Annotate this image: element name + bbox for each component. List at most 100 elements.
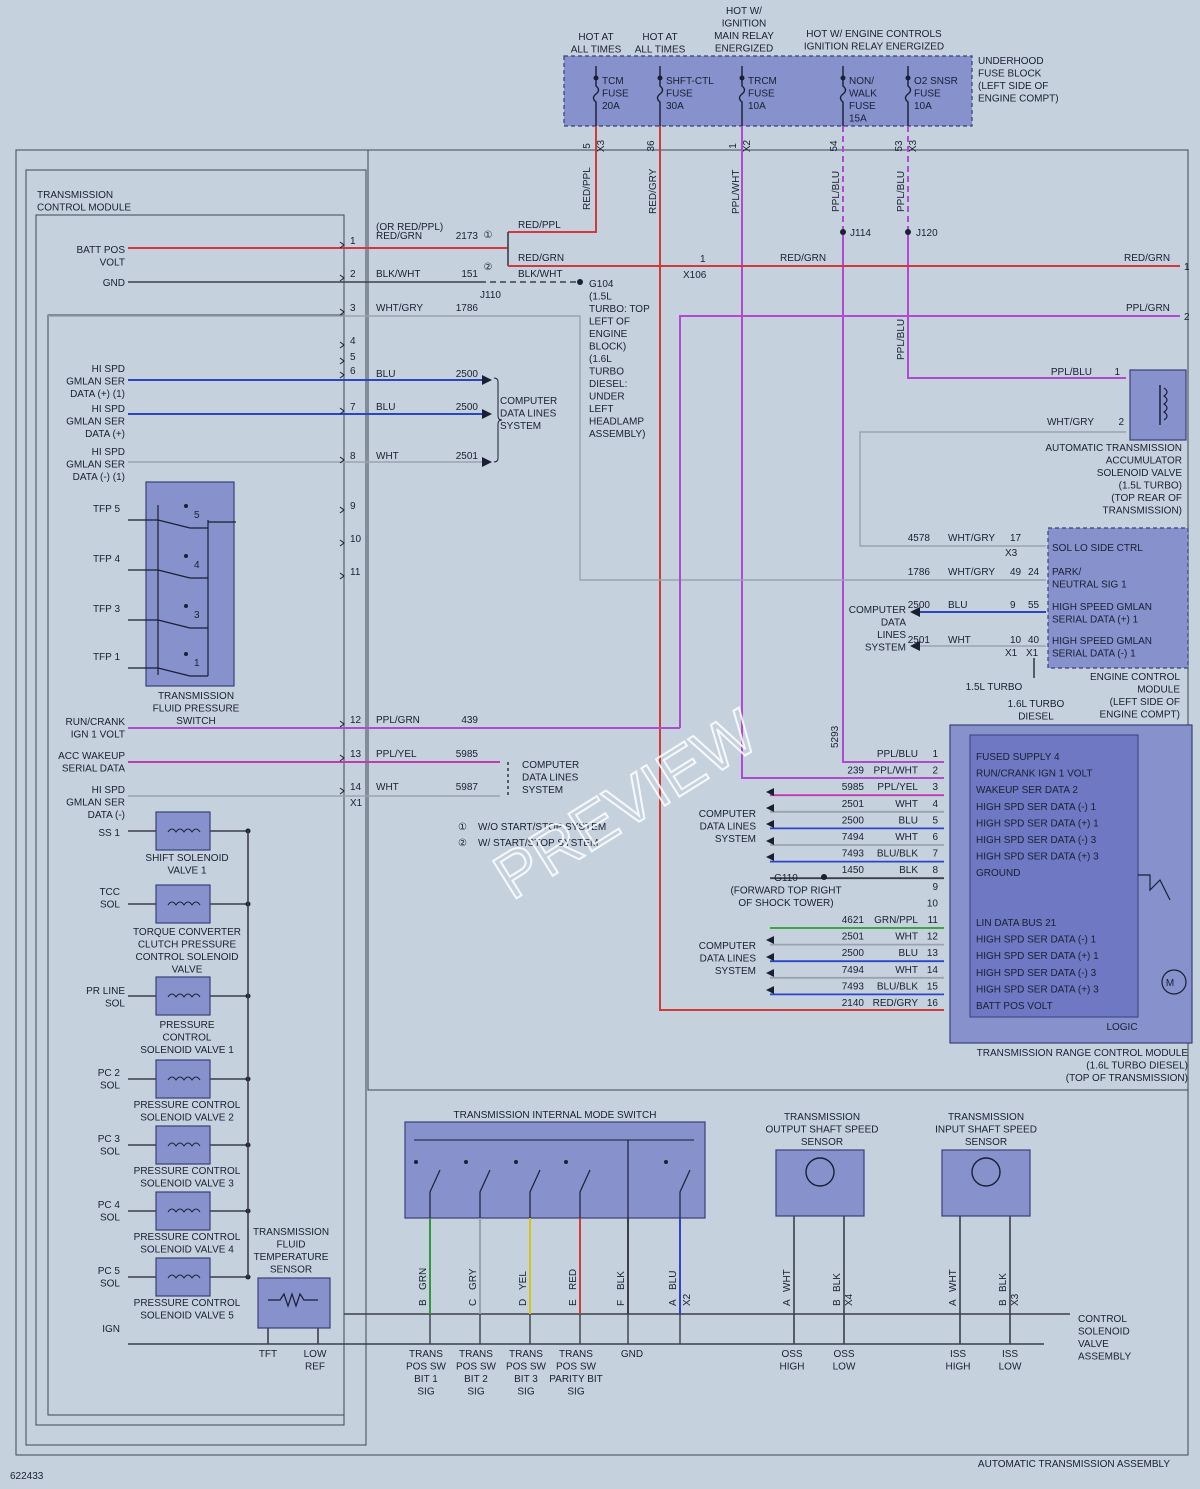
trcm-pin-name: HIGH SPD SER DATA (+) 1 bbox=[976, 951, 1099, 962]
tcm-pin-label: SOL bbox=[105, 999, 125, 1010]
mode-switch-pin: B bbox=[418, 1299, 429, 1306]
tfp-num: 1 bbox=[194, 658, 200, 669]
ecm-pin-name: PARK/ bbox=[1052, 567, 1081, 578]
mode-switch-node bbox=[464, 1160, 468, 1164]
mode-switch-wire-label: BLK bbox=[616, 1271, 627, 1290]
connector-chevron bbox=[339, 572, 345, 580]
mode-switch-pin: C bbox=[468, 1299, 479, 1306]
fuse-name: SHFT-CTL bbox=[666, 76, 714, 87]
mode-switch-bottom: GND bbox=[621, 1349, 643, 1360]
fuse-name: 10A bbox=[914, 101, 932, 112]
speed-pin: A bbox=[948, 1299, 959, 1306]
wire-label: PPL/BLU bbox=[896, 319, 907, 360]
tcm-pin-label: DATA (-) bbox=[88, 810, 125, 821]
mode-switch-bottom: POS SW bbox=[456, 1362, 497, 1373]
trcm-pin-name: HIGH SPD SER DATA (+) 3 bbox=[976, 984, 1099, 995]
circle-note: ① bbox=[484, 230, 493, 241]
fuse-header: ENERGIZED bbox=[715, 44, 773, 55]
trcm-pin-name: GROUND bbox=[976, 868, 1020, 879]
fuse-block-label: ENGINE COMPT) bbox=[978, 94, 1059, 105]
tfp-title: TRANSMISSION bbox=[158, 691, 234, 702]
tcm-wire-color: WHT/GRY bbox=[376, 303, 423, 314]
tcm-wire-color: WHT bbox=[376, 451, 399, 462]
ecm-cdl: LINES bbox=[877, 630, 906, 641]
tfp-label: TFP 4 bbox=[93, 554, 120, 565]
tcm-pin-number: 9 bbox=[350, 501, 356, 512]
fuse-pin: 36 bbox=[646, 140, 657, 152]
control-solenoid-valve-assembly-label: VALVE bbox=[1078, 1339, 1109, 1350]
tfp-num: 5 bbox=[194, 510, 200, 521]
mode-switch-pin: A bbox=[668, 1299, 679, 1306]
speed-conn: X3 bbox=[1010, 1293, 1021, 1306]
speed-wire: WHT bbox=[782, 1269, 793, 1292]
computer-data-lines-label-2: COMPUTER bbox=[522, 760, 579, 771]
assembly-label: AUTOMATIC TRANSMISSION ASSEMBLY bbox=[978, 1459, 1170, 1470]
tcm-pin-label: PC 3 bbox=[98, 1134, 121, 1145]
oss-sensor bbox=[775, 1149, 865, 1217]
tfp-title: SWITCH bbox=[176, 716, 215, 727]
g104-label: BLOCK) bbox=[589, 342, 626, 353]
speed-wire: BLK bbox=[998, 1273, 1009, 1292]
speed-bottom: OSS bbox=[833, 1349, 854, 1360]
splice-label: J120 bbox=[916, 228, 938, 239]
solenoid-label: CLUTCH PRESSURE bbox=[138, 940, 237, 951]
accum-label: AUTOMATIC TRANSMISSION bbox=[1045, 443, 1182, 454]
fuse-name: TRCM bbox=[748, 76, 777, 87]
speed-wire: WHT bbox=[948, 1269, 959, 1292]
solenoid-label: CONTROL bbox=[163, 1033, 212, 1044]
tcm-wire-color: BLK/WHT bbox=[376, 269, 420, 280]
tcm-wire-color: WHT bbox=[376, 782, 399, 793]
tcm-pin-label: GMLAN SER bbox=[66, 798, 125, 809]
wire-label: BLK/WHT bbox=[518, 269, 562, 280]
tcm-wire-circuit: 2500 bbox=[456, 369, 479, 380]
tcm-pin-label: GMLAN SER bbox=[66, 460, 125, 471]
trcm-cdl-a: SYSTEM bbox=[715, 834, 756, 845]
tcm-pin-label: PR LINE bbox=[86, 986, 125, 997]
tcm-wire-circuit: 5985 bbox=[456, 749, 479, 760]
tcm-wire-circuit: 2501 bbox=[456, 451, 479, 462]
wire-ppl-blu-1b bbox=[842, 230, 944, 763]
mode-switch-wire-label: BLU bbox=[668, 1271, 679, 1290]
mode-switch-bottom: PARITY BIT bbox=[549, 1374, 603, 1385]
g104-label: ENGINE bbox=[589, 329, 628, 340]
ecm-pin: 49 bbox=[1010, 567, 1022, 578]
tcm-pin-number: 11 bbox=[350, 567, 361, 578]
wire-label: RED/GRY bbox=[648, 168, 659, 214]
tcm-pin-label: GMLAN SER bbox=[66, 377, 125, 388]
fuse-header: ALL TIMES bbox=[635, 45, 686, 56]
trcm-cdl-b: COMPUTER bbox=[699, 941, 756, 952]
trcm-label: (1.6L TURBO DIESEL) bbox=[1086, 1061, 1188, 1072]
trcm-pin-name: HIGH SPD SER DATA (-) 1 bbox=[976, 802, 1097, 813]
trcm-wire: RED/GRY bbox=[873, 998, 919, 1009]
transmission-internal-mode-switch bbox=[404, 1121, 706, 1219]
mode-switch-wire-label: YEL bbox=[518, 1271, 529, 1290]
mode-switch-pin: F bbox=[616, 1300, 627, 1306]
ecm-pin-name: HIGH SPEED GMLAN bbox=[1052, 636, 1152, 647]
wire-label: RED/GRN bbox=[518, 253, 564, 264]
g104-label: TURBO: TOP bbox=[589, 304, 650, 315]
solenoid-label: SOLENOID VALVE 2 bbox=[140, 1113, 234, 1124]
solenoid-label: VALVE bbox=[172, 965, 203, 976]
connector-chevron bbox=[339, 341, 345, 349]
ecm-wire: WHT/GRY bbox=[948, 533, 995, 544]
ecm-variant: 1.5L TURBO bbox=[966, 682, 1023, 693]
fuse-name: TCM bbox=[602, 76, 624, 87]
trcm-pin-name: HIGH SPD SER DATA (+) 3 bbox=[976, 852, 1099, 863]
tcm-pin-number: 5 bbox=[350, 352, 356, 363]
tcm-pin-number: 13 bbox=[350, 749, 362, 760]
solenoid-label: SOLENOID VALVE 4 bbox=[140, 1245, 234, 1256]
trcm-wire: BLU bbox=[899, 815, 918, 826]
tfp-num: 3 bbox=[194, 610, 200, 621]
accum-pin: 2 bbox=[1118, 417, 1124, 428]
oss-label: TRANSMISSION bbox=[784, 1112, 860, 1123]
ecm-variant: 1.6L TURBO bbox=[1008, 699, 1065, 710]
trcm-pin-name: RUN/CRANK IGN 1 VOLT bbox=[976, 769, 1093, 780]
connector-chevron bbox=[339, 787, 345, 795]
ecm-pin-name: HIGH SPEED GMLAN bbox=[1052, 602, 1152, 613]
trcm-wire: PPL/WHT bbox=[874, 766, 918, 777]
g104-ground bbox=[577, 279, 583, 285]
tcm-title: TRANSMISSION bbox=[37, 190, 113, 201]
solenoid-label: SHIFT SOLENOID bbox=[145, 853, 228, 864]
mode-switch-pin: E bbox=[568, 1299, 579, 1306]
tft-label: FLUID bbox=[277, 1240, 306, 1251]
